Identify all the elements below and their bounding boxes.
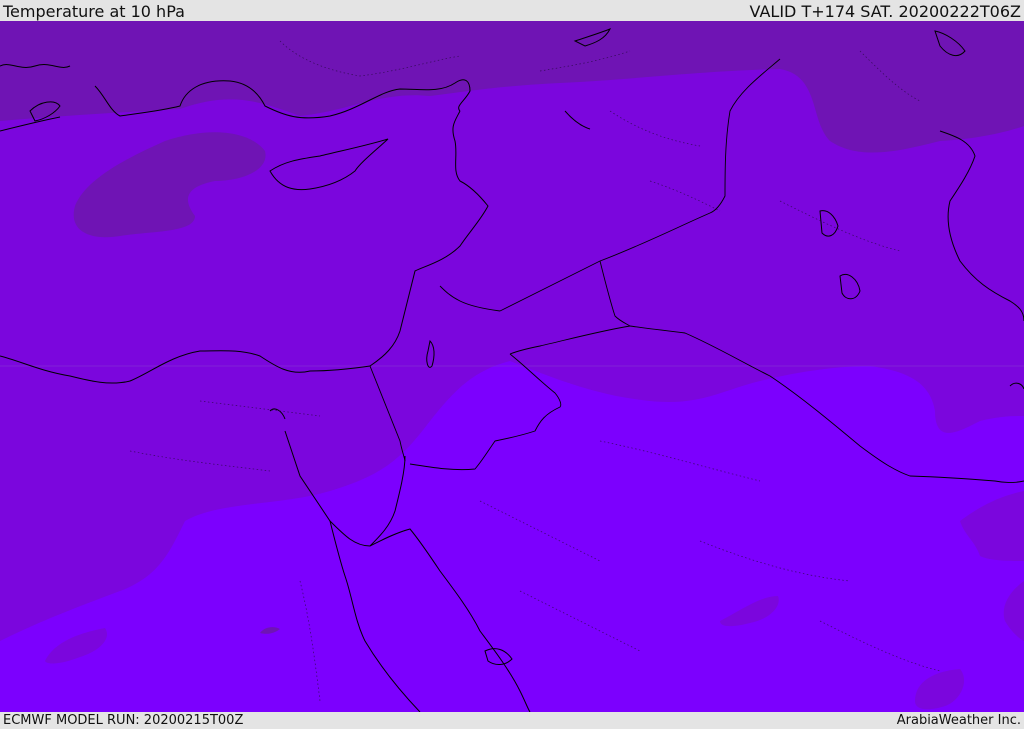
header-bar: Temperature at 10 hPa VALID T+174 SAT. 2…	[0, 0, 1024, 21]
temperature-map	[0, 21, 1024, 712]
map-title: Temperature at 10 hPa	[3, 2, 185, 21]
model-run-label: ECMWF MODEL RUN: 20200215T00Z	[3, 713, 244, 728]
footer-bar: ECMWF MODEL RUN: 20200215T00Z ArabiaWeat…	[0, 712, 1024, 729]
credit-label: ArabiaWeather Inc.	[896, 713, 1021, 728]
valid-time-label: VALID T+174 SAT. 20200222T06Z	[749, 2, 1021, 21]
